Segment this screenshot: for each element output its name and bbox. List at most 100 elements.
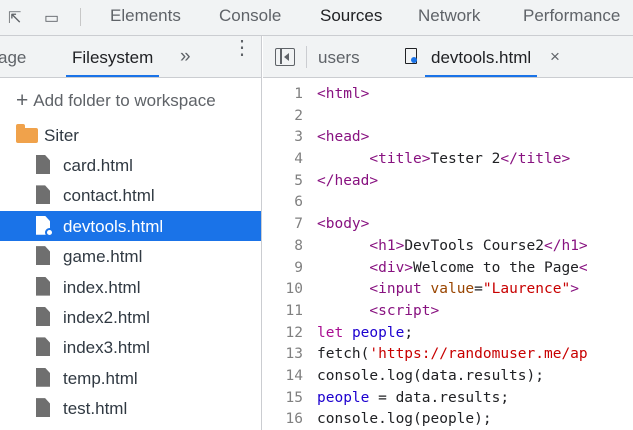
code-editor[interactable]: 1 <html> 2 3 <head> 4 <title>Tester 2</title>… <box>263 84 633 430</box>
file-label: index.html <box>63 277 141 297</box>
line-number: 15 <box>285 389 303 406</box>
line-number: 1 <box>294 86 303 102</box>
code-line: 10 <input value="Laurence"> <box>263 279 633 301</box>
code-text: <title>Tester 2</title> <box>369 151 571 168</box>
code-text: <input value="Laurence"> <box>369 281 579 298</box>
code-line: 11 <script> <box>263 301 633 323</box>
plus-icon: + <box>16 89 29 112</box>
line-number: 7 <box>294 216 303 233</box>
more-tabs-icon[interactable]: » <box>180 46 191 68</box>
code-line: 1 <html> <box>263 84 633 106</box>
folder-icon <box>16 124 38 143</box>
tab-sources[interactable]: Sources <box>320 6 382 26</box>
code-line: 6 <box>263 192 633 214</box>
line-number: 14 <box>285 367 303 384</box>
code-line: 13 fetch('https://randomuser.me/ap <box>263 344 633 366</box>
file-icon <box>36 337 50 357</box>
file-icon <box>36 246 50 266</box>
file-label: card.html <box>63 156 133 175</box>
tab-console[interactable]: Console <box>219 6 281 26</box>
file-item[interactable]: card.html <box>0 150 261 180</box>
code-line: 4 <title>Tester 2</title> <box>263 149 633 171</box>
line-number: 13 <box>285 346 303 363</box>
code-line: 8 <h1>DevTools Course2</h1> <box>263 236 633 258</box>
file-item[interactable]: index2.html <box>0 302 261 332</box>
editor-tabs: users devtools.html × <box>263 36 633 78</box>
line-number: 8 <box>294 237 303 254</box>
file-icon <box>36 398 50 418</box>
code-text: </head> <box>317 172 379 189</box>
inspect-icon[interactable]: ⇱ <box>8 8 21 28</box>
code-line: 7 <body> <box>263 214 633 236</box>
line-number: 5 <box>294 172 303 189</box>
code-text: console.log(people); <box>317 411 492 428</box>
code-line: 14 console.log(data.results); <box>263 366 633 388</box>
code-line: 5 </head> <box>263 171 633 193</box>
code-line: 16 console.log(people); <box>263 409 633 430</box>
file-label: contact.html <box>63 186 155 206</box>
code-line: 9 <div>Welcome to the Page< <box>263 258 633 280</box>
code-line: 2 <box>263 106 633 128</box>
code-text: <script> <box>369 302 440 319</box>
line-number: 16 <box>285 411 303 428</box>
editor-tab-divider <box>306 46 307 68</box>
tab-users[interactable]: users <box>318 48 360 68</box>
tab-devtools-html[interactable]: devtools.html <box>424 48 538 77</box>
line-number: 9 <box>294 259 303 276</box>
line-number: 3 <box>294 129 303 146</box>
file-list: card.html contact.html devtools.html game.h… <box>0 150 261 424</box>
file-item[interactable]: index.html <box>0 272 261 302</box>
tab-filesystem[interactable]: Filesystem <box>65 48 160 77</box>
file-icon <box>36 276 50 296</box>
editor-panel: users devtools.html × 1 <html> 2 3 <head> 4 <… <box>263 36 633 430</box>
file-item[interactable]: index3.html <box>0 332 261 362</box>
tab-network[interactable]: Network <box>418 6 480 26</box>
code-text: <div>Welcome to the Page< <box>369 259 588 276</box>
file-label: index2.html <box>63 307 150 327</box>
add-folder-label: Add folder to workspace <box>33 91 216 110</box>
code-text: people = data.results; <box>317 389 510 406</box>
file-label: temp.html <box>63 368 138 388</box>
modified-dot-icon <box>45 227 54 237</box>
file-item[interactable]: test.html <box>0 393 261 423</box>
device-toggle-icon[interactable]: ▭ <box>44 8 59 28</box>
file-item[interactable]: devtools.html <box>0 210 261 242</box>
navigator-panel: age Filesystem » ⋮ + Add folder to worksp… <box>0 36 262 430</box>
line-number: 12 <box>285 324 303 341</box>
code-line: 15 people = data.results; <box>263 388 633 410</box>
file-icon <box>36 367 50 387</box>
file-icon <box>36 155 50 174</box>
code-line: 3 <head> <box>263 127 633 149</box>
toggle-navigator-icon[interactable] <box>275 48 295 66</box>
code-text: console.log(data.results); <box>317 367 544 384</box>
tab-performance[interactable]: Performance <box>523 6 620 26</box>
devtools-toolbar: ⇱ ▭ Elements Console Sources Network Per… <box>0 0 633 36</box>
line-number: 6 <box>294 194 303 211</box>
code-line: 12 let people; <box>263 323 633 345</box>
line-number: 4 <box>294 151 303 168</box>
file-item[interactable]: contact.html <box>0 180 261 210</box>
code-text: let people; <box>317 324 414 341</box>
close-tab-icon[interactable]: × <box>550 47 560 67</box>
file-icon <box>36 185 50 205</box>
file-item[interactable]: game.html <box>0 241 261 271</box>
code-text: <head> <box>317 129 370 146</box>
line-number: 11 <box>285 302 303 319</box>
code-text: fetch('https://randomuser.me/ap <box>317 346 588 363</box>
line-number: 10 <box>285 281 303 298</box>
toolbar-divider <box>80 8 81 26</box>
tab-elements[interactable]: Elements <box>110 6 181 26</box>
kebab-menu-icon[interactable]: ⋮ <box>232 38 252 58</box>
code-text: <html> <box>317 86 370 102</box>
file-item[interactable]: temp.html <box>0 363 261 393</box>
code-text: <h1>DevTools Course2</h1> <box>369 237 588 254</box>
file-icon <box>36 306 50 326</box>
navigator-tabs: age Filesystem » ⋮ <box>0 36 261 78</box>
file-modified-icon <box>405 48 417 64</box>
file-label: devtools.html <box>63 216 164 236</box>
line-number: 2 <box>294 107 303 124</box>
tab-page[interactable]: age <box>0 48 26 68</box>
add-folder-button[interactable]: + Add folder to workspace <box>16 88 216 112</box>
file-label: test.html <box>63 399 128 419</box>
file-label: game.html <box>63 247 143 267</box>
